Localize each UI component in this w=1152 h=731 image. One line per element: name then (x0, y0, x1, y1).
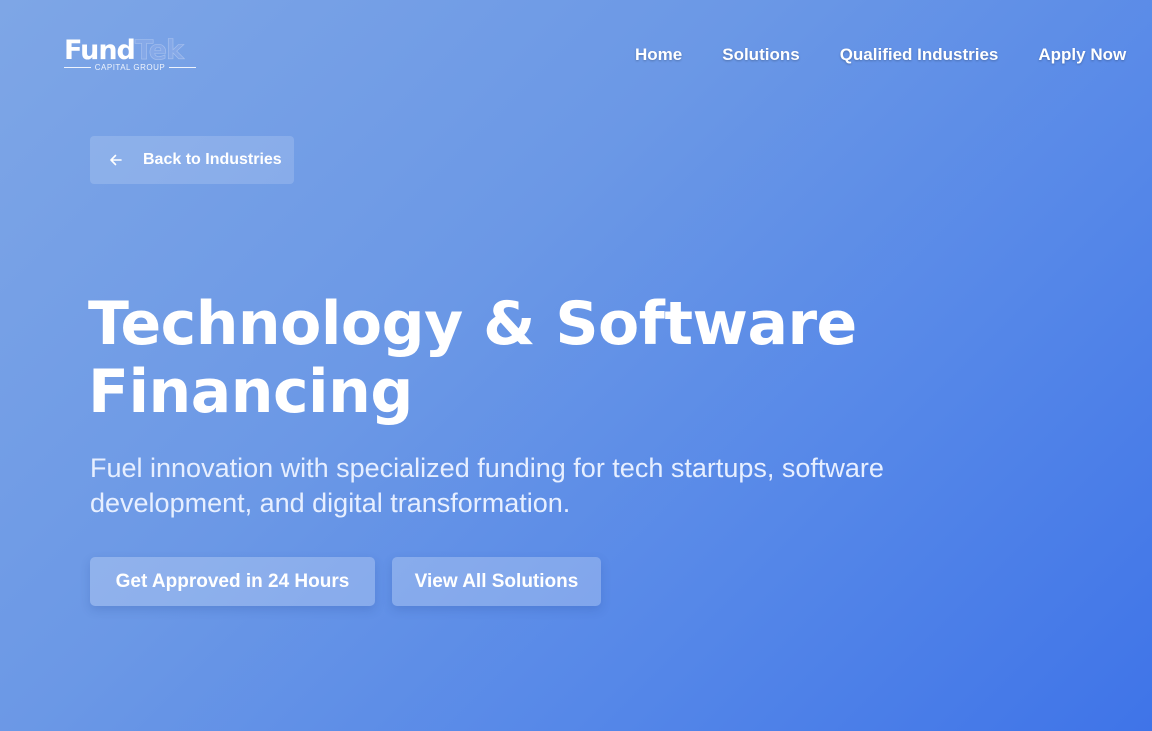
nav-link-solutions[interactable]: Solutions (722, 44, 799, 66)
logo-fund-text: Fund (64, 35, 136, 66)
logo-tagline-rule-left (64, 67, 91, 68)
get-approved-button[interactable]: Get Approved in 24 Hours (90, 557, 375, 606)
nav-link-apply-now[interactable]: Apply Now (1038, 44, 1126, 66)
main-nav: Home Solutions Qualified Industries Appl… (635, 44, 1126, 66)
page-title-line-2: Financing (88, 357, 413, 427)
back-button-label: Back to Industries (143, 151, 282, 168)
hero-subtitle: Fuel innovation with specialized funding… (90, 453, 884, 518)
nav-link-home[interactable]: Home (635, 44, 682, 66)
logo-tagline-rule-right (169, 67, 197, 68)
logo-wordmark: FundTek (64, 35, 204, 66)
nav-link-qualified-industries[interactable]: Qualified Industries (840, 44, 999, 66)
logo-tek-text: Tek (134, 35, 185, 66)
page-title-line-1: Technology & Software (88, 289, 857, 359)
back-to-industries-button[interactable]: Back to Industries (90, 136, 294, 184)
arrow-left-icon (110, 154, 122, 166)
brand-logo[interactable]: FundTek CAPITAL GROUP (64, 35, 204, 76)
logo-tagline: CAPITAL GROUP (64, 63, 197, 72)
logo-tagline-text: CAPITAL GROUP (94, 63, 166, 72)
view-all-solutions-button[interactable]: View All Solutions (392, 557, 601, 606)
page-title: Technology & Software Financing (88, 290, 988, 426)
